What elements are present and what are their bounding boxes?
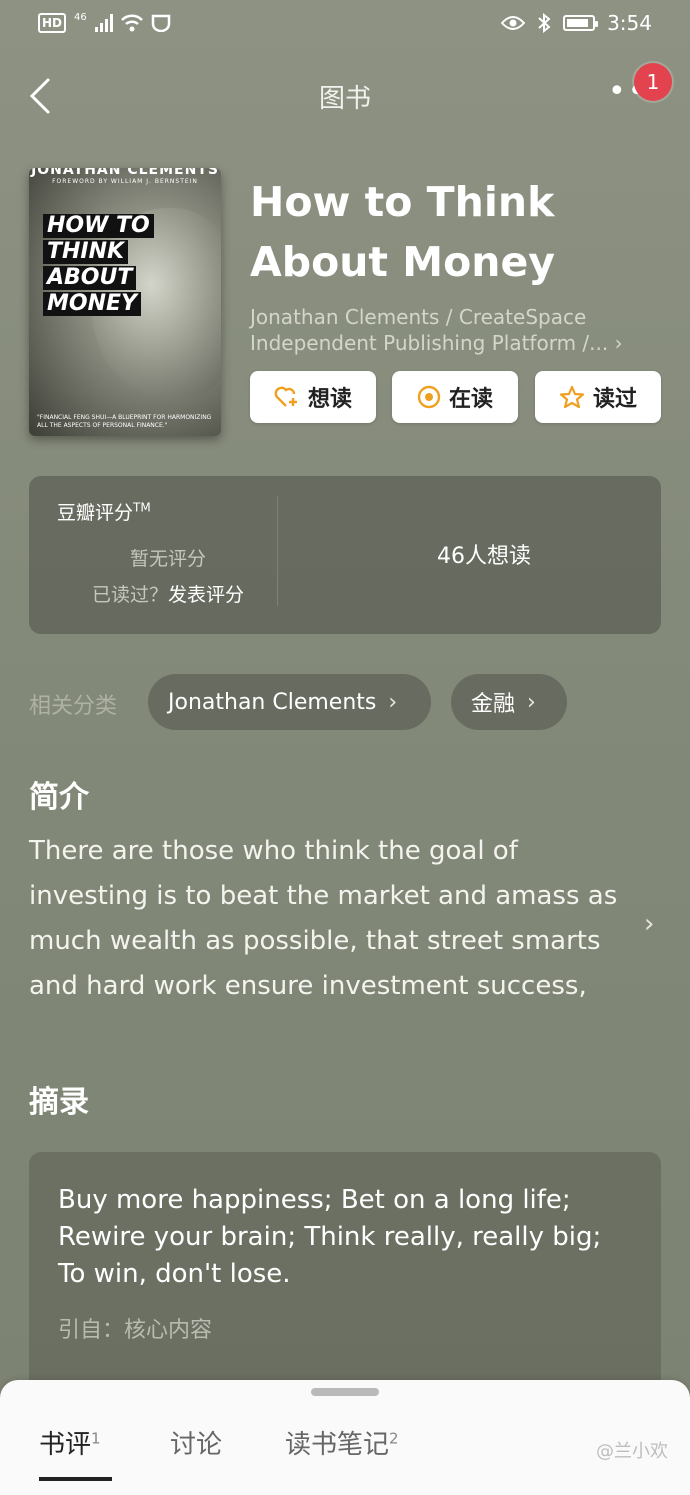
reading-button[interactable]: 在读 <box>392 371 518 423</box>
clock: 3:54 <box>607 11 652 35</box>
category-chip-author[interactable]: Jonathan Clements › <box>148 674 431 730</box>
hd-badge: HD <box>38 13 67 33</box>
intro-text[interactable]: There are those who think the goal of in… <box>29 829 629 1009</box>
status-left: HD 46 <box>38 11 171 33</box>
star-icon <box>559 385 585 409</box>
signal-type: 46 <box>74 11 87 23</box>
excerpt-text: Buy more happiness; Bet on a long life; … <box>58 1185 602 1289</box>
cover-title-line: ABOUT <box>43 266 137 290</box>
eye-icon <box>501 16 526 30</box>
reading-label: 在读 <box>448 387 493 412</box>
publisher-line: Independent Publishing Platform /... › <box>250 331 623 355</box>
excerpt-heading: 摘录 <box>29 1085 89 1120</box>
signal-icon <box>94 14 113 32</box>
chevron-right-icon[interactable]: › <box>644 909 654 939</box>
excerpt-card[interactable]: Buy more happiness; Bet on a long life; … <box>29 1152 661 1412</box>
status-right: 3:54 <box>501 11 652 35</box>
cover-title-line: THINK <box>43 240 129 264</box>
tab-discussion[interactable]: 讨论 <box>170 1424 222 1461</box>
want-to-read-button[interactable]: 想读 <box>250 371 376 423</box>
publisher-line: Jonathan Clements / CreateSpace <box>250 305 587 329</box>
post-rating-link[interactable]: 发表评分 <box>168 584 244 606</box>
cover-title-line: MONEY <box>43 292 141 316</box>
chevron-right-icon: › <box>614 331 623 355</box>
battery-icon <box>563 15 599 31</box>
book-cover[interactable]: JONATHAN CLEMENTS FOREWORD BY WILLIAM J.… <box>29 168 221 436</box>
intro-heading: 简介 <box>29 780 89 815</box>
category-chip-label: Jonathan Clements <box>168 689 377 715</box>
want-to-read-count[interactable]: 46人想读 <box>307 538 661 570</box>
reading-circle-icon <box>417 385 441 409</box>
chevron-right-icon: › <box>388 689 398 715</box>
have-read-button[interactable]: 读过 <box>535 371 661 423</box>
cover-author: JONATHAN CLEMENTS <box>31 168 219 178</box>
status-bar: HD 46 3:54 <box>0 0 690 48</box>
cover-title-line: HOW TO <box>43 214 154 238</box>
have-read-label: 读过 <box>592 387 637 412</box>
chevron-right-icon: › <box>527 689 536 715</box>
drag-handle[interactable] <box>311 1388 379 1396</box>
category-chip-finance[interactable]: 金融 › <box>451 674 567 730</box>
want-to-read-label: 想读 <box>307 387 352 412</box>
cover-tagline: "FINANCIAL FENG SHUI—A BLUEPRINT FOR HAR… <box>37 414 212 429</box>
tab-reviews[interactable]: 书评1 <box>39 1424 101 1461</box>
category-chip-label: 金融 <box>471 692 516 717</box>
page-title: 图书 <box>318 84 371 114</box>
notification-badge[interactable]: 1 <box>634 63 672 101</box>
cover-foreword: FOREWORD BY WILLIAM J. BERNSTEIN <box>52 178 198 185</box>
excerpt-source: 引自：核心内容 <box>58 1318 213 1343</box>
rating-divider <box>277 496 278 606</box>
active-tab-indicator <box>39 1477 112 1481</box>
watermark: @兰小欢 <box>596 1441 668 1462</box>
rating-card: 豆瓣评分TM 暂无评分 已读过？发表评分 46人想读 <box>29 476 661 634</box>
tab-notes[interactable]: 读书笔记2 <box>285 1424 399 1461</box>
no-rating-text: 暂无评分 <box>129 548 206 570</box>
app-status-icon <box>151 14 170 32</box>
heart-plus-icon <box>274 386 297 407</box>
post-rating-row: 已读过？发表评分 <box>91 584 245 606</box>
wifi-icon <box>120 14 143 32</box>
related-categories-label: 相关分类 <box>29 694 118 719</box>
bluetooth-icon <box>538 13 551 33</box>
douban-rating-label: 豆瓣评分TM <box>57 500 151 524</box>
book-publisher-link[interactable]: Jonathan Clements / CreateSpace Independ… <box>250 304 670 356</box>
book-title: How to Think About Money <box>250 178 555 286</box>
